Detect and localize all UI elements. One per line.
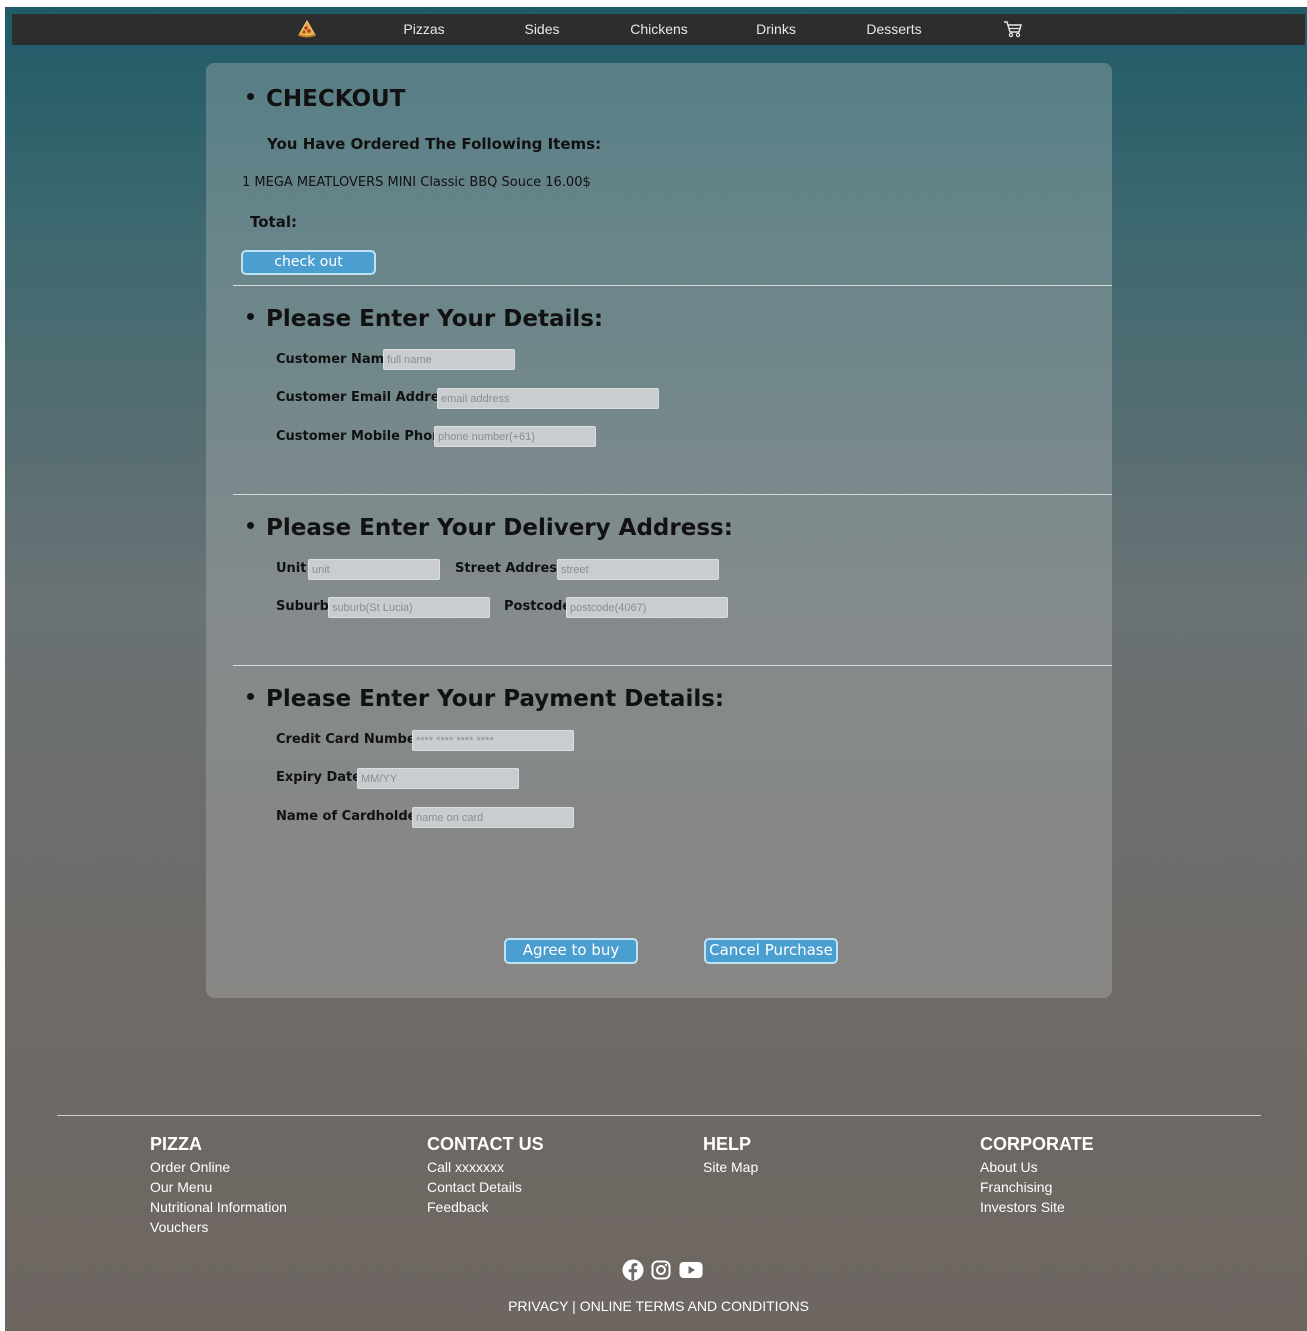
postcode-input[interactable] [566, 597, 728, 618]
payment-title: Please Enter Your Payment Details: [247, 686, 724, 712]
privacy-link[interactable]: PRIVACY [508, 1298, 568, 1314]
card-number-label: Credit Card Number [276, 732, 423, 747]
footer-divider [57, 1115, 1261, 1116]
footer-link-site-map[interactable]: Site Map [703, 1157, 758, 1177]
nav-drinks[interactable]: Drinks [742, 14, 810, 45]
page-edge [0, 0, 5, 1331]
divider [233, 665, 1112, 666]
instagram-icon[interactable] [651, 1260, 671, 1285]
terms-link[interactable]: ONLINE TERMS AND CONDITIONS [580, 1298, 809, 1314]
social-links [622, 1259, 706, 1281]
checkout-button[interactable]: check out [241, 250, 376, 275]
footer-col-help: HELP Site Map [703, 1134, 758, 1177]
cardholder-input[interactable] [412, 807, 574, 828]
expiry-label: Expiry Date [276, 770, 362, 785]
legal-links: PRIVACY | ONLINE TERMS AND CONDITIONS [0, 1298, 1307, 1314]
checkout-title-text: CHECKOUT [266, 86, 406, 112]
footer-link-franchising[interactable]: Franchising [980, 1177, 1094, 1197]
footer-link-call[interactable]: Call xxxxxxx [427, 1157, 544, 1177]
divider [233, 285, 1112, 286]
suburb-input[interactable] [328, 597, 490, 618]
footer-link-feedback[interactable]: Feedback [427, 1197, 544, 1217]
footer-heading: CONTACT US [427, 1134, 544, 1154]
total-label: Total: [250, 213, 297, 231]
youtube-icon[interactable] [679, 1261, 703, 1284]
cart-icon[interactable] [1002, 14, 1024, 45]
address-title: Please Enter Your Delivery Address: [247, 515, 733, 541]
footer-link-nutrition[interactable]: Nutritional Information [150, 1197, 287, 1217]
checkout-title: CHECKOUT [247, 86, 405, 112]
footer-heading: PIZZA [150, 1134, 202, 1154]
footer-link-our-menu[interactable]: Our Menu [150, 1177, 287, 1197]
customer-phone-label: Customer Mobile Phone [276, 429, 451, 444]
details-title-text: Please Enter Your Details: [266, 306, 604, 332]
bullet [247, 522, 254, 529]
customer-phone-input[interactable] [434, 426, 596, 447]
top-nav: Pizzas Sides Chickens Drinks Desserts [12, 14, 1305, 45]
footer-col-contact: CONTACT US Call xxxxxxx Contact Details … [427, 1134, 544, 1217]
footer-link-about-us[interactable]: About Us [980, 1157, 1094, 1177]
page-edge-top [0, 0, 1307, 7]
footer-link-vouchers[interactable]: Vouchers [150, 1217, 287, 1237]
footer-link-investors[interactable]: Investors Site [980, 1197, 1094, 1217]
suburb-label: Suburb [276, 599, 329, 614]
customer-name-label: Customer Name [276, 352, 393, 367]
footer-col-pizza: PIZZA Order Online Our Menu Nutritional … [150, 1134, 287, 1237]
payment-title-text: Please Enter Your Payment Details: [266, 686, 725, 712]
street-input[interactable] [557, 559, 719, 580]
nav-pizzas[interactable]: Pizzas [390, 14, 458, 45]
expiry-input[interactable] [357, 768, 519, 789]
customer-email-input[interactable] [437, 388, 659, 409]
nav-desserts[interactable]: Desserts [860, 14, 928, 45]
ordered-heading: You Have Ordered The Following Items: [267, 135, 602, 153]
footer-heading: HELP [703, 1134, 752, 1154]
footer-link-contact-details[interactable]: Contact Details [427, 1177, 544, 1197]
card-number-input[interactable] [412, 730, 574, 751]
details-title: Please Enter Your Details: [247, 306, 603, 332]
nav-sides[interactable]: Sides [508, 14, 576, 45]
nav-chickens[interactable]: Chickens [625, 14, 693, 45]
footer-col-corporate: CORPORATE About Us Franchising Investors… [980, 1134, 1094, 1217]
customer-email-label: Customer Email Address [276, 390, 455, 405]
unit-label: Unit [276, 561, 307, 576]
divider [233, 494, 1112, 495]
facebook-icon[interactable] [622, 1259, 644, 1286]
bullet [247, 693, 254, 700]
customer-name-input[interactable] [383, 349, 515, 370]
pizza-slice-icon[interactable] [296, 14, 318, 45]
bullet [247, 93, 254, 100]
agree-to-buy-button[interactable]: Agree to buy [504, 938, 638, 964]
street-label: Street Address [455, 561, 565, 576]
postcode-label: Postcode [504, 599, 572, 614]
cancel-purchase-button[interactable]: Cancel Purchase [704, 938, 838, 964]
order-line: 1 MEGA MEATLOVERS MINI Classic BBQ Souce… [242, 175, 591, 190]
unit-input[interactable] [308, 559, 440, 580]
footer-link-order-online[interactable]: Order Online [150, 1157, 287, 1177]
bullet [247, 313, 254, 320]
address-title-text: Please Enter Your Delivery Address: [266, 515, 733, 541]
footer-heading: CORPORATE [980, 1134, 1094, 1154]
legal-separator: | [568, 1298, 580, 1314]
cardholder-label: Name of Cardholder [276, 809, 423, 824]
